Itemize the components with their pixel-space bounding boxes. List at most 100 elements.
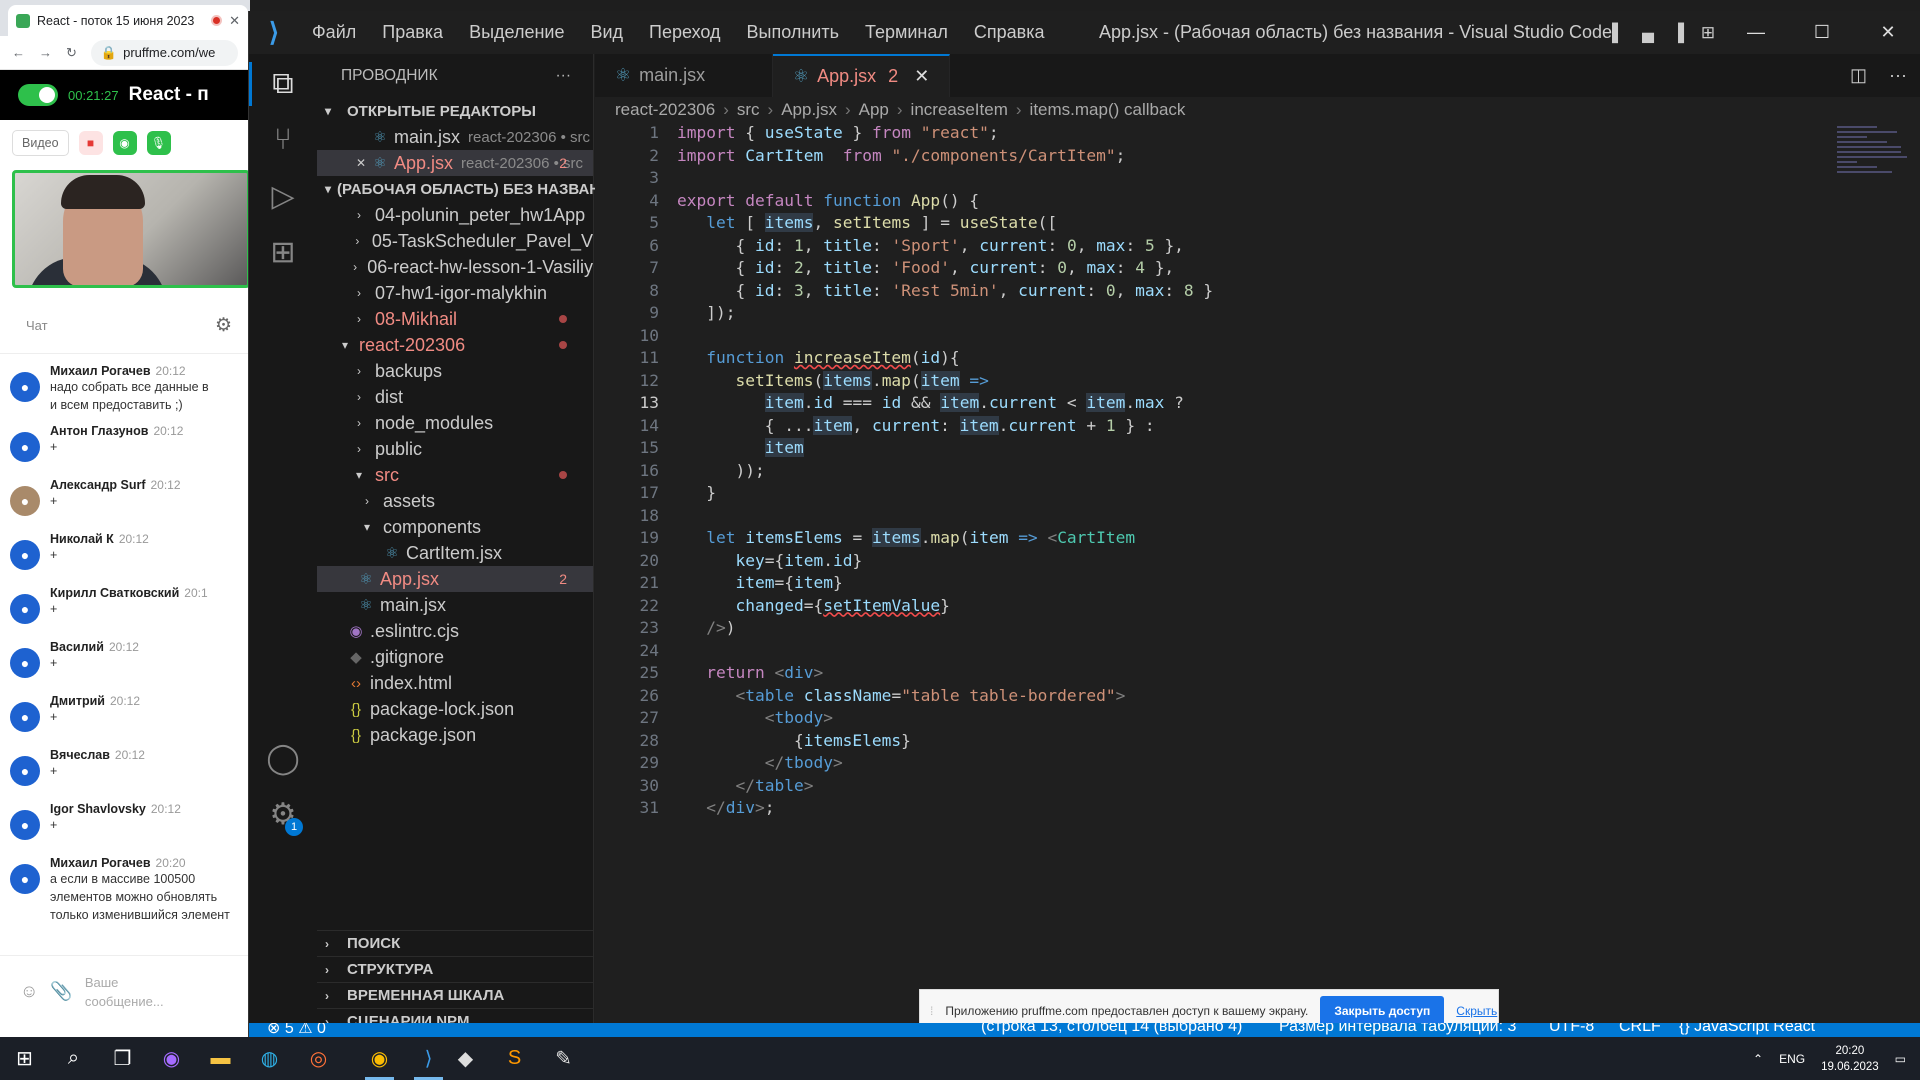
recording-toggle[interactable] xyxy=(18,84,58,106)
workspace-section[interactable]: ▾ (РАБОЧАЯ ОБЛАСТЬ) БЕЗ НАЗВАНИЯ xyxy=(317,176,622,202)
more-actions-icon[interactable]: ··· xyxy=(556,67,572,85)
user-avatar-icon[interactable]: ● xyxy=(10,432,40,462)
tree-folder[interactable]: › backups xyxy=(317,358,593,384)
menu-item[interactable]: Переход xyxy=(649,22,721,42)
tree-folder[interactable]: › 08-Mikhail xyxy=(317,306,593,332)
status-encoding[interactable]: UTF-8 xyxy=(1549,1023,1594,1036)
tree-file[interactable]: {} package.json xyxy=(317,722,593,748)
task-view-icon[interactable]: ❐ xyxy=(98,1037,147,1080)
extensions-icon[interactable]: ⊞ xyxy=(261,230,305,274)
tree-folder-project[interactable]: ▾ react-202306 xyxy=(317,332,593,358)
back-icon[interactable]: ← xyxy=(12,45,25,60)
open-editors-section[interactable]: ▾ ОТКРЫТЫЕ РЕДАКТОРЫ xyxy=(317,98,593,124)
hide-link[interactable]: Скрыть xyxy=(1456,1004,1497,1018)
emoji-icon[interactable]: ☺ xyxy=(20,981,38,1002)
tree-file[interactable]: {} package-lock.json xyxy=(317,696,593,722)
tree-folder[interactable]: › 07-hw1-igor-malykhin xyxy=(317,280,593,306)
browser-tab[interactable]: React - поток 15 июня 2023 ✕ xyxy=(8,5,248,36)
app-icon[interactable]: ✎ xyxy=(539,1037,588,1080)
open-editor-main[interactable]: ⚛ main.jsx react-202306 • src xyxy=(317,124,593,150)
breadcrumb-item[interactable]: react-202306 xyxy=(615,100,715,120)
settings-icon[interactable]: ⚙ 1 xyxy=(261,792,305,836)
timeline-section[interactable]: › ВРЕМЕННАЯ ШКАЛА xyxy=(317,982,593,1008)
drag-handle-icon[interactable]: ⁞ xyxy=(930,1004,933,1018)
notifications-icon[interactable]: ▭ xyxy=(1895,1052,1906,1066)
sublime-text-icon[interactable]: S xyxy=(490,1037,539,1080)
stop-icon[interactable]: ■ xyxy=(78,131,103,155)
tree-folder[interactable]: ▾ components xyxy=(317,514,593,540)
discord-icon[interactable]: ◉ xyxy=(147,1037,196,1080)
outline-section[interactable]: › СТРУКТУРА xyxy=(317,956,593,982)
user-avatar-icon[interactable]: ● xyxy=(10,486,40,516)
attach-icon[interactable]: 📎 xyxy=(50,981,72,1002)
menu-item[interactable]: Файл xyxy=(312,22,356,42)
tree-folder[interactable]: › 06-react-hw-lesson-1-Vasiliy xyxy=(317,254,593,280)
firefox-icon[interactable]: ◎ xyxy=(294,1037,343,1080)
open-editor-app[interactable]: ✕ ⚛ App.jsx react-202306 • src 2 xyxy=(317,150,593,176)
tree-folder[interactable]: › public xyxy=(317,436,593,462)
tree-file[interactable]: ⚛ CartItem.jsx xyxy=(317,540,593,566)
user-avatar-icon[interactable]: ● xyxy=(10,594,40,624)
minimap[interactable] xyxy=(1831,123,1920,243)
toggle-panel-icon[interactable]: ▄ xyxy=(1633,23,1663,43)
close-button[interactable]: ✕ xyxy=(1855,22,1920,43)
close-editor-icon[interactable]: ✕ xyxy=(353,156,369,170)
tree-folder[interactable]: › assets xyxy=(317,488,593,514)
breadcrumb-item[interactable]: items.map() callback xyxy=(1030,100,1186,120)
search-icon[interactable]: ⌕ xyxy=(49,1037,98,1080)
tree-file-selected[interactable]: ⚛ App.jsx 2 xyxy=(317,566,593,592)
breadcrumb-item[interactable]: increaseItem xyxy=(911,100,1008,120)
status-problems[interactable]: ⊗ 5 ⚠ 0 xyxy=(267,1023,326,1037)
breadcrumb-item[interactable]: App.jsx xyxy=(781,100,837,120)
tree-folder[interactable]: › 05-TaskScheduler_Pavel_V xyxy=(317,228,593,254)
status-eol[interactable]: CRLF xyxy=(1619,1023,1661,1036)
breadcrumb-item[interactable]: src xyxy=(737,100,760,120)
file-explorer-icon[interactable]: ▬ xyxy=(196,1037,245,1080)
toggle-secondary-sidebar-icon[interactable]: ▐ xyxy=(1663,23,1693,43)
video-button[interactable]: Видео xyxy=(12,130,69,156)
menu-item[interactable]: Выполнить xyxy=(747,22,839,42)
start-button-icon[interactable]: ⊞ xyxy=(0,1037,49,1080)
status-language[interactable]: {} JavaScript React xyxy=(1679,1023,1815,1036)
tree-folder-src[interactable]: ▾ src xyxy=(317,462,593,488)
maximize-button[interactable]: ☐ xyxy=(1789,22,1855,43)
stop-sharing-button[interactable]: Закрыть доступ xyxy=(1320,996,1445,1026)
tree-folder[interactable]: › node_modules xyxy=(317,410,593,436)
close-tab-icon[interactable]: ✕ xyxy=(914,66,929,87)
user-avatar-icon[interactable]: ● xyxy=(10,540,40,570)
forward-icon[interactable]: → xyxy=(39,45,52,60)
status-cursor-position[interactable]: (строка 13, столбец 14 (выбрано 4) xyxy=(981,1023,1242,1036)
more-actions-icon[interactable]: ··· xyxy=(1889,65,1907,86)
customize-layout-icon[interactable]: ⊞ xyxy=(1693,23,1723,43)
search-section[interactable]: › ПОИСК xyxy=(317,930,593,956)
app-icon[interactable]: ◆ xyxy=(441,1037,490,1080)
language-indicator[interactable]: ENG xyxy=(1779,1052,1805,1066)
url-field[interactable]: 🔒 pruffme.com/we xyxy=(90,39,238,66)
accounts-icon[interactable]: ◯ xyxy=(261,736,305,780)
chat-input[interactable]: ☺ 📎 Ваше сообщение... xyxy=(0,955,250,1027)
breadcrumb-item[interactable]: App xyxy=(859,100,889,120)
menu-item[interactable]: Правка xyxy=(382,22,443,42)
menu-item[interactable]: Терминал xyxy=(865,22,948,42)
menu-item[interactable]: Вид xyxy=(590,22,623,42)
source-control-icon[interactable]: ⑂ xyxy=(261,118,305,162)
tree-file[interactable]: ◉ .eslintrc.cjs xyxy=(317,618,593,644)
toggle-sidebar-icon[interactable]: ▌ xyxy=(1603,23,1633,43)
user-avatar-icon[interactable]: ● xyxy=(10,864,40,894)
clock[interactable]: 20:20 19.06.2023 xyxy=(1821,1043,1879,1075)
run-debug-icon[interactable]: ▷ xyxy=(261,174,305,218)
chat-settings-icon[interactable]: ⚙ xyxy=(215,314,232,337)
microphone-icon[interactable]: 🎙 xyxy=(146,131,171,155)
reload-icon[interactable]: ↻ xyxy=(66,45,77,61)
tree-file[interactable]: ◆ .gitignore xyxy=(317,644,593,670)
menu-item[interactable]: Выделение xyxy=(469,22,564,42)
close-tab-icon[interactable]: ✕ xyxy=(229,13,240,29)
code-editor[interactable]: 1 2 3 4 5 6 7 8 9 10 11 12 13 14 15 16 17 18 19 20 21 22 23 24 2… xyxy=(595,123,1835,1036)
chevron-up-icon[interactable]: ⌃ xyxy=(1753,1052,1763,1066)
user-avatar-icon[interactable]: ● xyxy=(10,756,40,786)
edge-icon[interactable]: ◍ xyxy=(245,1037,294,1080)
user-avatar-icon[interactable]: ● xyxy=(10,372,40,402)
minimize-button[interactable]: — xyxy=(1723,22,1789,43)
user-avatar-icon[interactable]: ● xyxy=(10,702,40,732)
status-tab-size[interactable]: Размер интервала табуляции: 3 xyxy=(1279,1023,1516,1036)
